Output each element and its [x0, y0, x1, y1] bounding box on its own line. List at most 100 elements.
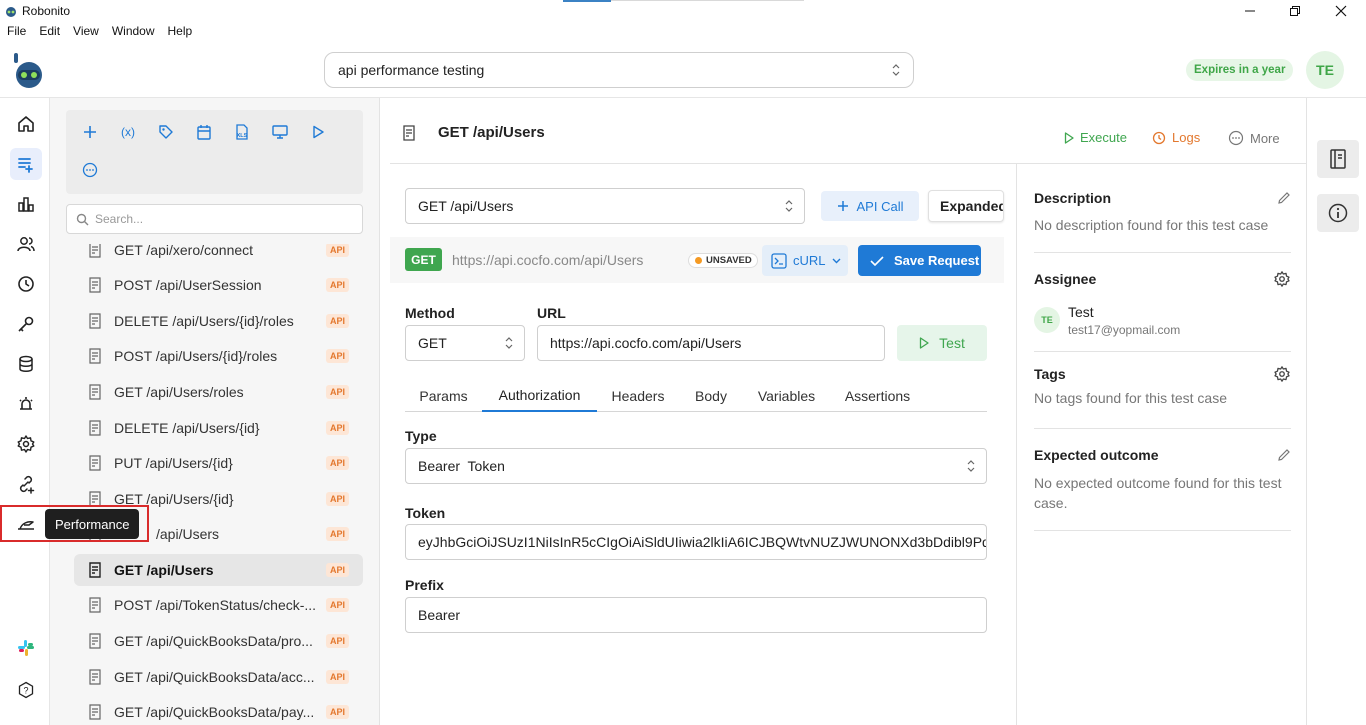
tab-variables[interactable]: Variables [743, 379, 830, 412]
auth-type-select[interactable]: Bearer Token [405, 448, 987, 484]
add-icon[interactable] [78, 120, 102, 144]
notebook-icon[interactable] [1317, 140, 1359, 178]
api-badge: API [325, 634, 349, 648]
menu-help[interactable]: Help [161, 24, 199, 42]
menu-view[interactable]: View [66, 24, 105, 42]
token-value: eyJhbGciOiJSUzI1NiIsInR5cCIgOiAiSldUIiwi… [418, 534, 987, 550]
database-icon[interactable] [10, 348, 42, 380]
tab-headers[interactable]: Headers [597, 379, 679, 412]
method-select[interactable]: GET [405, 325, 525, 361]
list-item[interactable]: POST /api/Users/{id}/roles API [74, 340, 363, 372]
document-icon [402, 125, 416, 141]
request-selector[interactable]: GET /api/Users [405, 188, 805, 224]
expanded-toggle[interactable]: Expanded [928, 190, 1004, 222]
list-item-label: GET /api/Users [114, 562, 214, 578]
method-value: GET [418, 335, 447, 351]
url-input[interactable]: https://api.cocfo.com/api/Users [537, 325, 885, 361]
list-item[interactable]: POST /api/UserSession API [74, 269, 363, 301]
alarm-icon[interactable] [10, 388, 42, 420]
slack-icon[interactable] [10, 632, 42, 664]
tab-assertions[interactable]: Assertions [830, 379, 925, 412]
updown-chevron-icon [966, 458, 976, 474]
list-item[interactable]: PUT /api/Users/{id} API [74, 447, 363, 479]
prefix-input[interactable]: Bearer [405, 597, 987, 633]
menu-edit[interactable]: Edit [32, 24, 66, 42]
document-icon [88, 384, 102, 400]
close-icon[interactable] [1331, 2, 1351, 20]
settings-icon[interactable] [10, 428, 42, 460]
variables-icon[interactable]: (x) [116, 120, 140, 144]
unsaved-dot [695, 257, 702, 264]
list-item-selected[interactable]: GET /api/Users API [74, 554, 363, 586]
test-button[interactable]: Test [897, 325, 987, 361]
check-icon [870, 255, 884, 266]
list-item[interactable]: DELETE /api/Users/{id} API [74, 412, 363, 444]
list-item-label: GET /api/QuickBooksData/pay... [114, 704, 315, 720]
home-icon[interactable] [10, 108, 42, 140]
list-item[interactable]: POST /api/TokenStatus/check-... API [74, 589, 363, 621]
api-call-label: API Call [856, 198, 904, 214]
app-logo-icon [4, 4, 18, 18]
gear-icon[interactable] [1273, 270, 1291, 288]
execute-button[interactable]: Execute [1064, 130, 1127, 145]
help-icon[interactable]: ? [10, 674, 42, 706]
more-button[interactable]: More [1228, 130, 1280, 146]
gear-icon[interactable] [1273, 365, 1291, 383]
minimize-icon[interactable] [1240, 2, 1260, 20]
list-item-label: /api/Users [156, 526, 220, 542]
tab-authorization[interactable]: Authorization [482, 379, 597, 412]
pencil-icon[interactable] [1277, 448, 1291, 462]
list-item[interactable]: GET /api/QuickBooksData/pro... API [74, 625, 363, 657]
test-cases-icon[interactable] [10, 148, 42, 180]
history-icon[interactable] [10, 268, 42, 300]
key-icon[interactable] [10, 308, 42, 340]
list-item[interactable]: GET /api/QuickBooksData/pay... API [74, 696, 363, 725]
api-badge: API [325, 385, 349, 399]
request-url-bar: GET https://api.cocfo.com/api/Users UNSA… [390, 237, 1004, 283]
assignee-title: Assignee [1034, 271, 1097, 287]
api-badge: API [325, 244, 349, 257]
tags-title: Tags [1034, 366, 1066, 382]
logs-button[interactable]: Logs [1152, 130, 1200, 145]
token-input[interactable]: eyJhbGciOiJSUzI1NiIsInR5cCIgOiAiSldUIiwi… [405, 524, 987, 560]
save-request-button[interactable]: Save Request [858, 245, 981, 276]
tab-body[interactable]: Body [679, 379, 743, 412]
monitor-icon[interactable] [268, 120, 292, 144]
info-icon[interactable] [1317, 194, 1359, 232]
document-icon [88, 313, 102, 329]
list-item[interactable]: DELETE /api/Users/{id}/roles API [74, 305, 363, 337]
calendar-icon[interactable] [192, 120, 216, 144]
prefix-value: Bearer [418, 607, 461, 623]
list-item[interactable]: GET /api/xero/connect API [74, 244, 363, 266]
menu-window[interactable]: Window [105, 24, 161, 42]
description-title: Description [1034, 190, 1112, 206]
excel-icon[interactable]: XLS [230, 120, 254, 144]
list-item[interactable]: GET /api/QuickBooksData/acc... API [74, 661, 363, 693]
title-accent [563, 0, 611, 2]
user-avatar[interactable]: TE [1306, 51, 1344, 89]
tab-params[interactable]: Params [405, 379, 482, 412]
tag-icon[interactable] [154, 120, 178, 144]
robonito-logo-icon[interactable] [10, 51, 46, 89]
document-icon [88, 704, 102, 720]
curl-button[interactable]: cURL [762, 245, 848, 276]
more-circle-icon[interactable] [78, 158, 102, 182]
reports-icon[interactable] [10, 188, 42, 220]
restore-icon[interactable] [1285, 2, 1305, 20]
integration-icon[interactable] [10, 468, 42, 500]
api-badge: API [325, 492, 349, 506]
plus-icon [837, 201, 848, 211]
pencil-icon[interactable] [1277, 191, 1291, 205]
list-item[interactable]: GET /api/Users/roles API [74, 376, 363, 408]
left-rail: ? [0, 98, 50, 725]
outcome-title: Expected outcome [1034, 447, 1159, 463]
save-label: Save Request [894, 253, 980, 268]
svg-text:?: ? [23, 686, 28, 696]
tags-text: No tags found for this test case [1034, 390, 1227, 406]
play-icon[interactable] [306, 120, 330, 144]
add-api-call-button[interactable]: API Call [821, 191, 919, 221]
search-input[interactable]: Search... [66, 204, 363, 234]
project-selector[interactable]: api performance testing [324, 52, 914, 88]
menu-file[interactable]: File [0, 24, 32, 42]
users-icon[interactable] [10, 228, 42, 260]
